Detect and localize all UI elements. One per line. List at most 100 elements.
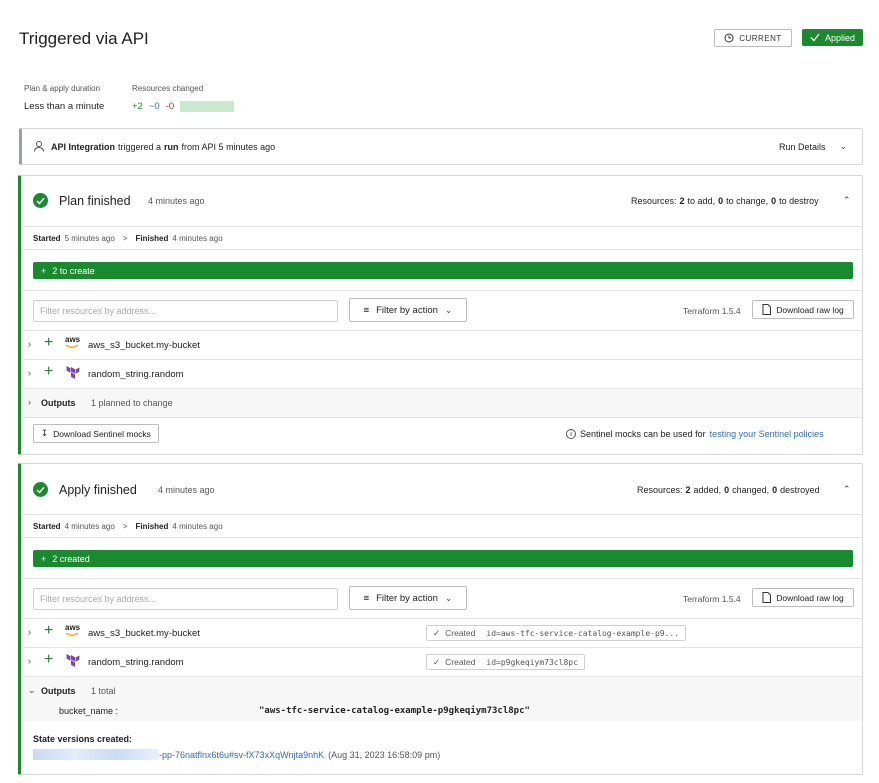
- status-label: Created: [445, 628, 476, 638]
- filter-action-label: Filter by action: [376, 592, 438, 604]
- outputs-row[interactable]: › Outputs 1 planned to change: [21, 389, 862, 417]
- chevron-right-icon: ›: [28, 368, 31, 378]
- chevron-right-icon: ›: [28, 339, 31, 349]
- user-icon: [34, 141, 44, 152]
- download-icon: ↧: [41, 428, 49, 438]
- trigger-end: from API 5 minutes ago: [181, 142, 276, 152]
- created-badge: ✓ Created id=p9gkeqiym73cl8pc: [426, 654, 585, 670]
- current-label: CURRENT: [739, 33, 782, 43]
- res-chg-t: changed,: [732, 485, 770, 495]
- terraform-logo-icon: [66, 654, 80, 667]
- plan-title: Plan finished: [59, 194, 131, 208]
- chevron-down-icon: ⌄: [839, 141, 848, 151]
- plus-icon: +: [44, 651, 54, 668]
- resources-changed-values: +2 ~0 -0: [132, 101, 235, 112]
- finished-time: 4 minutes ago: [172, 522, 223, 531]
- res-des-t: to destroy: [779, 196, 819, 206]
- trigger-text: API Integration triggered a run from API…: [51, 142, 275, 152]
- check-circle-icon: [33, 193, 48, 208]
- download-sentinel-mocks-button[interactable]: ↧ Download Sentinel mocks: [33, 424, 159, 443]
- resource-id: id=aws-tfc-service-catalog-example-p9...: [486, 628, 680, 638]
- resource-row[interactable]: › + random_string.random: [21, 360, 862, 388]
- current-button[interactable]: CURRENT: [714, 29, 792, 47]
- sentinel-link[interactable]: testing your Sentinel policies: [710, 429, 824, 439]
- chevron-right-icon: ›: [28, 397, 31, 407]
- resource-name: aws_s3_bucket.my-bucket: [88, 340, 200, 351]
- chevron-up-icon[interactable]: ⌃: [843, 195, 851, 206]
- run-details-toggle[interactable]: Run Details ⌄: [779, 141, 847, 152]
- chevron-down-icon: ⌄: [444, 592, 453, 603]
- outputs-note: 1 total: [91, 686, 116, 696]
- duration-label: Plan & apply duration: [24, 84, 101, 93]
- resource-name: aws_s3_bucket.my-bucket: [88, 628, 200, 639]
- terraform-version: Terraform 1.5.4: [683, 594, 741, 604]
- plan-resources-summary: Resources: 2 to add, 0 to change, 0 to d…: [631, 196, 819, 206]
- trigger-user: API Integration: [51, 142, 116, 152]
- chevron-down-icon: ⌄: [444, 304, 453, 315]
- filter-by-action-button[interactable]: ≡ Filter by action ⌄: [349, 586, 467, 610]
- check-icon: ✓: [433, 656, 441, 667]
- added-count: +2: [132, 101, 143, 112]
- outputs-note: 1 planned to change: [91, 398, 173, 408]
- apply-created-bar: + 2 created: [33, 550, 853, 567]
- info-icon: i: [566, 429, 576, 439]
- download-raw-log-button[interactable]: Download raw log: [752, 300, 854, 319]
- state-version-link[interactable]: -pp-76natflnx6t6u#sv-fX73xXqWnjta9nhK: [159, 750, 324, 760]
- duration-value: Less than a minute: [24, 101, 105, 112]
- res-add-n: 2: [679, 196, 685, 206]
- download-raw-label: Download raw log: [776, 592, 844, 603]
- res-chg-t: to change,: [726, 196, 769, 206]
- started-time: 4 minutes ago: [64, 522, 115, 531]
- res-des-t: destroyed: [780, 485, 820, 495]
- download-raw-log-button[interactable]: Download raw log: [752, 588, 854, 607]
- plus-icon: +: [44, 622, 54, 639]
- aws-logo-icon: aws: [65, 623, 80, 636]
- plus-icon: +: [41, 553, 47, 564]
- document-icon: [762, 304, 772, 315]
- plus-icon: +: [44, 334, 54, 351]
- sentinel-text: Sentinel mocks can be used for: [580, 429, 706, 439]
- applied-status-button[interactable]: Applied: [802, 29, 863, 46]
- clock-icon: [724, 33, 734, 43]
- outputs-section: ⌄ Outputs 1 total bucket_name : "aws-tfc…: [21, 677, 862, 721]
- sentinel-button-label: Download Sentinel mocks: [53, 428, 151, 439]
- redacted-blur: [33, 749, 159, 760]
- aws-logo-icon: aws: [65, 335, 80, 348]
- check-icon: ✓: [433, 627, 441, 638]
- state-version-entry: -pp-76natflnx6t6u#sv-fX73xXqWnjta9nhK (A…: [33, 749, 440, 760]
- chevron-right-icon: ›: [28, 627, 31, 637]
- plan-create-bar: + 2 to create: [33, 262, 853, 279]
- document-icon: [762, 592, 772, 603]
- chevron-down-icon[interactable]: ⌄: [28, 685, 36, 696]
- check-icon: [810, 33, 820, 42]
- resource-row[interactable]: › + random_string.random ✓ Created id=p9…: [21, 648, 862, 676]
- res-chg-n: 0: [718, 196, 724, 206]
- started-label: Started: [33, 234, 61, 243]
- plus-icon: +: [41, 265, 47, 276]
- apply-resources-summary: Resources: 2 added, 0 changed, 0 destroy…: [637, 485, 820, 495]
- filter-action-label: Filter by action: [376, 304, 438, 316]
- state-version-time: (Aug 31, 2023 16:58:09 pm): [328, 749, 441, 760]
- page-title: Triggered via API: [19, 29, 149, 48]
- outputs-label: Outputs: [41, 398, 76, 408]
- plan-timeline: Started 5 minutes ago > Finished 4 minut…: [33, 234, 223, 243]
- started-label: Started: [33, 522, 61, 531]
- apply-time: 4 minutes ago: [158, 485, 215, 495]
- chevron-up-icon[interactable]: ⌃: [843, 484, 851, 495]
- plan-panel: Plan finished 4 minutes ago Resources: 2…: [18, 175, 863, 455]
- run-details-label: Run Details: [779, 141, 826, 152]
- applied-label: Applied: [824, 32, 856, 43]
- resource-row[interactable]: › + aws aws_s3_bucket.my-bucket: [21, 331, 862, 359]
- state-versions-label: State versions created:: [33, 734, 133, 744]
- res-chg-n: 0: [724, 485, 730, 495]
- filter-by-action-button[interactable]: ≡ Filter by action ⌄: [349, 298, 467, 322]
- trigger-box: API Integration triggered a run from API…: [19, 128, 863, 165]
- filter-resources-input[interactable]: Filter resources by address...: [33, 588, 338, 610]
- output-value: "aws-tfc-service-catalog-example-p9gkeqi…: [259, 706, 530, 716]
- output-key: bucket_name :: [59, 706, 119, 716]
- timeline-sep: >: [122, 522, 128, 531]
- resource-row[interactable]: › + aws aws_s3_bucket.my-bucket ✓ Create…: [21, 619, 862, 647]
- resource-id: id=p9gkeqiym73cl8pc: [486, 657, 578, 667]
- finished-label: Finished: [135, 522, 169, 531]
- filter-resources-input[interactable]: Filter resources by address...: [33, 300, 338, 322]
